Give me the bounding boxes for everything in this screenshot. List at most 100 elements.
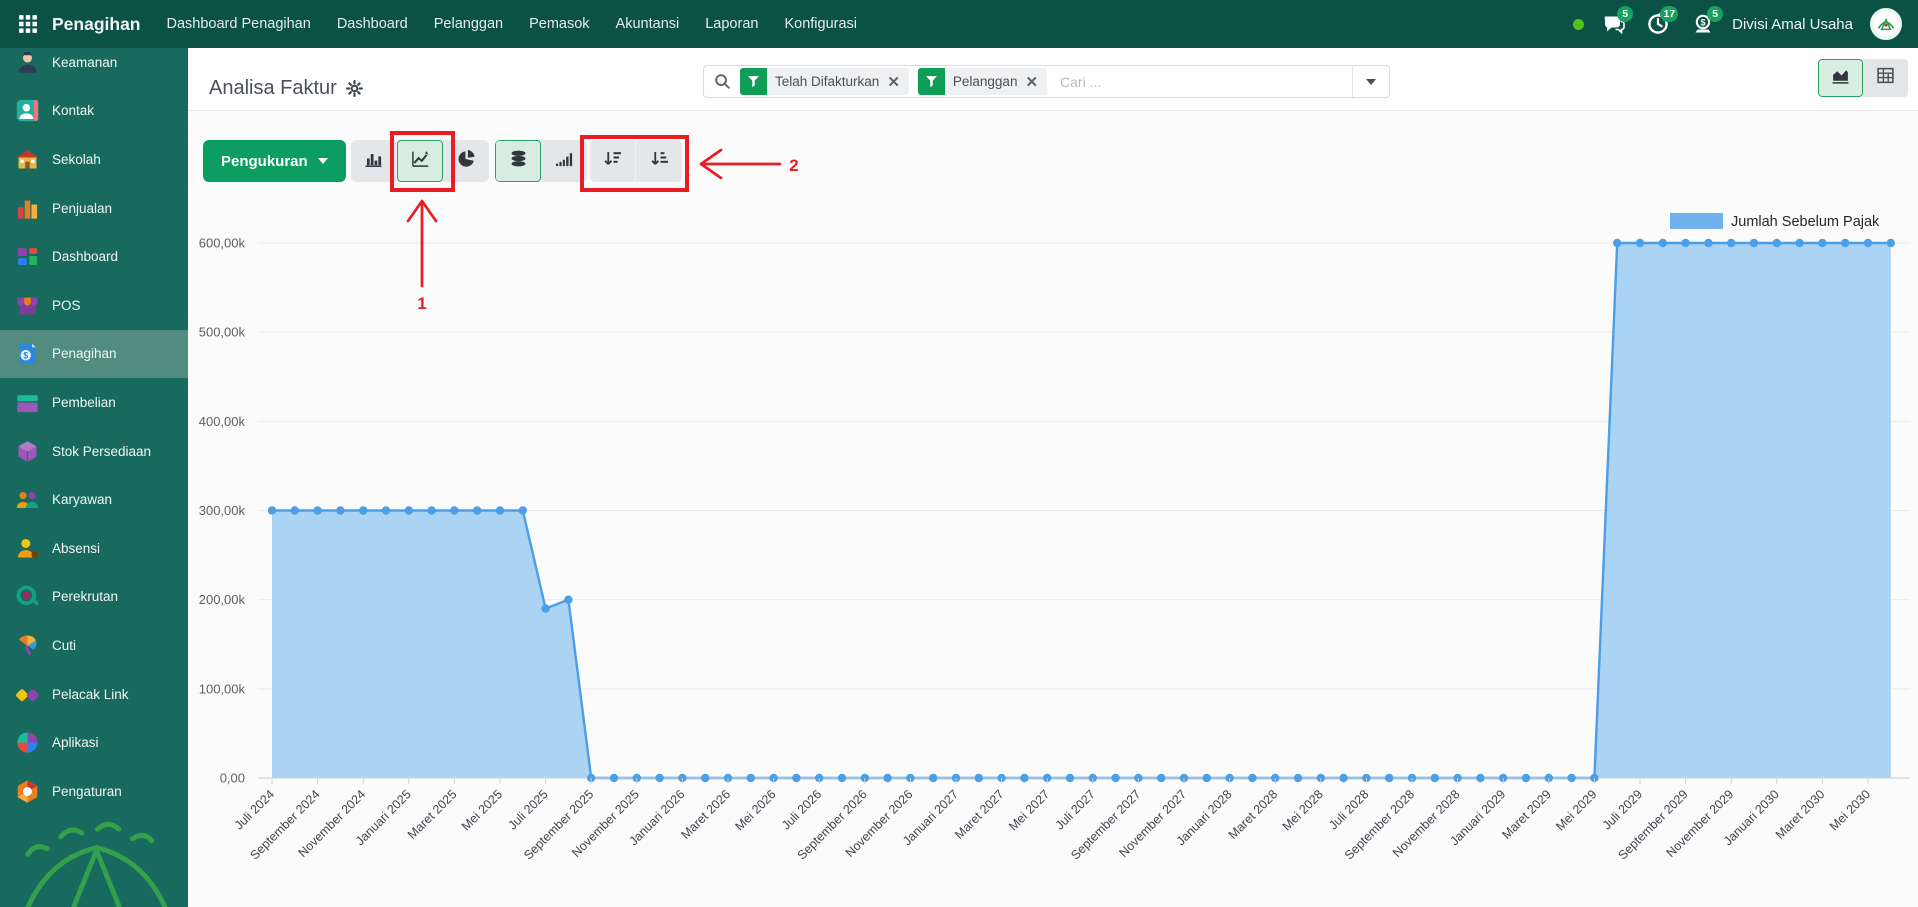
legend-label[interactable]: Jumlah Sebelum Pajak [1731, 214, 1880, 230]
filter-chip-pelanggan[interactable]: Pelanggan✕ [918, 68, 1047, 95]
annotation-label-1: 1 [417, 294, 426, 313]
svg-text:Maret 2025: Maret 2025 [405, 787, 460, 842]
app-brand[interactable]: Penagihan [52, 14, 141, 35]
page-title: Analisa Faktur [209, 77, 363, 100]
purchase-icon [14, 389, 41, 416]
svg-text:Januari 2030: Januari 2030 [1721, 787, 1782, 848]
nav-item-akuntansi[interactable]: Akuntansi [616, 16, 680, 32]
area-view-button[interactable] [1818, 59, 1863, 97]
svg-text:September 2026: September 2026 [795, 787, 870, 862]
remove-filter-icon[interactable]: ✕ [887, 73, 909, 91]
stacked-button[interactable] [495, 140, 541, 182]
sidebar-item-pembelian[interactable]: Pembelian [0, 378, 188, 427]
svg-text:November 2025: November 2025 [569, 787, 642, 860]
svg-text:Januari 2026: Januari 2026 [627, 787, 688, 848]
nav-item-laporan[interactable]: Laporan [705, 16, 758, 32]
sidebar-item-penagihan[interactable]: $Penagihan [0, 330, 188, 379]
svg-text:0,00: 0,00 [220, 771, 245, 786]
apps-grid-icon[interactable] [18, 14, 38, 34]
sidebar-item-label: POS [52, 298, 81, 313]
nav-item-dashboard[interactable]: Dashboard [337, 16, 408, 32]
line-chart-button[interactable] [397, 140, 443, 182]
svg-text:Mei 2028: Mei 2028 [1280, 787, 1326, 833]
sidebar-item-kontak[interactable]: Kontak [0, 87, 188, 136]
sidebar-item-label: Pengaturan [52, 784, 122, 799]
sidebar-item-sekolah[interactable]: Sekolah [0, 135, 188, 184]
measure-button[interactable]: Pengukuran [203, 140, 346, 182]
sort-ascending-button[interactable] [636, 140, 682, 182]
sidebar-item-aplikasi[interactable]: Aplikasi [0, 718, 188, 767]
search-dropdown-toggle[interactable] [1352, 66, 1389, 97]
sidebar-item-label: Aplikasi [52, 735, 99, 750]
sort-group [590, 140, 682, 182]
chevron-down-icon [1366, 79, 1376, 85]
gear-icon[interactable] [346, 80, 363, 97]
svg-text:Juli 2025: Juli 2025 [505, 787, 550, 832]
sidebar-item-cuti[interactable]: Cuti [0, 621, 188, 670]
line-chart-icon [411, 149, 430, 173]
avatar[interactable] [1870, 8, 1902, 40]
chart-mode-group [495, 140, 587, 182]
svg-text:Mei 2026: Mei 2026 [732, 787, 778, 833]
attendance-icon [14, 535, 41, 562]
sidebar-item-perekrutan[interactable]: Perekrutan [0, 573, 188, 622]
employees-icon [14, 486, 41, 513]
messages-button[interactable]: 5 [1601, 12, 1625, 36]
activities-badge: 17 [1660, 6, 1678, 22]
sidebar-item-stok-persediaan[interactable]: Stok Persediaan [0, 427, 188, 476]
sidebar-item-label: Penagihan [52, 346, 117, 361]
remove-filter-icon[interactable]: ✕ [1025, 73, 1047, 91]
sidebar-item-pelacak-link[interactable]: Pelacak Link [0, 670, 188, 719]
nav-item-dashboard-penagihan[interactable]: Dashboard Penagihan [167, 16, 311, 32]
legend-swatch[interactable] [1670, 213, 1723, 229]
navbar-right: 5 17 $5 Divisi Amal Usaha [1573, 8, 1906, 40]
nav-item-konfigurasi[interactable]: Konfigurasi [784, 16, 857, 32]
sidebar-item-penjualan[interactable]: Penjualan [0, 184, 188, 233]
svg-text:Juli 2024: Juli 2024 [232, 787, 277, 832]
search-icon [714, 73, 731, 90]
filter-chip-telah-difakturkan[interactable]: Telah Difakturkan✕ [740, 68, 909, 95]
settings-icon [14, 778, 41, 805]
svg-text:November 2028: November 2028 [1390, 787, 1463, 860]
bar-chart-button[interactable] [351, 140, 397, 182]
svg-text:Januari 2025: Januari 2025 [353, 787, 414, 848]
user-name[interactable]: Divisi Amal Usaha [1732, 16, 1853, 33]
pie-chart-button[interactable] [443, 140, 489, 182]
svg-text:$: $ [1701, 17, 1706, 27]
sidebar-item-keamanan[interactable]: Keamanan [0, 48, 188, 87]
sidebar-item-karyawan[interactable]: Karyawan [0, 475, 188, 524]
cumulative-button[interactable] [541, 140, 587, 182]
svg-text:Juli 2026: Juli 2026 [779, 787, 824, 832]
svg-text:Mei 2029: Mei 2029 [1553, 787, 1599, 833]
sort-descending-button[interactable] [590, 140, 636, 182]
sidebar-item-absensi[interactable]: Absensi [0, 524, 188, 573]
svg-text:Januari 2028: Januari 2028 [1174, 787, 1235, 848]
svg-text:Maret 2027: Maret 2027 [952, 787, 1007, 842]
sidebar-item-pos[interactable]: POS [0, 281, 188, 330]
page-title-text: Analisa Faktur [209, 77, 337, 100]
search-input[interactable]: Cari ... [1060, 74, 1352, 90]
annotation-arrow-2 [701, 150, 780, 178]
contact-icon [14, 97, 41, 124]
stacked-icon [509, 149, 528, 173]
area-view-icon [1831, 66, 1850, 90]
navbar-menu: Dashboard Penagihan Dashboard Pelanggan Pem… [167, 16, 858, 32]
pos-icon [14, 292, 41, 319]
nav-item-pemasok[interactable]: Pemasok [529, 16, 589, 32]
activities-button[interactable]: 17 [1646, 12, 1670, 36]
revenues-button[interactable]: $5 [1691, 12, 1715, 36]
sidebar-item-label: Cuti [52, 638, 76, 653]
pivot-view-icon [1876, 66, 1895, 90]
pivot-view-button[interactable] [1863, 59, 1908, 97]
svg-text:Juli 2028: Juli 2028 [1326, 787, 1371, 832]
search-bar[interactable]: Telah Difakturkan✕ Pelanggan✕ Cari ... [703, 65, 1390, 98]
svg-text:200,00k: 200,00k [199, 592, 246, 607]
nav-item-pelanggan[interactable]: Pelanggan [434, 16, 503, 32]
sidebar-item-dashboard[interactable]: Dashboard [0, 232, 188, 281]
control-panel: Analisa Faktur Telah Difakturkan✕ Pelangg… [188, 48, 1918, 111]
svg-text:November 2029: November 2029 [1664, 787, 1737, 860]
sidebar-item-label: Stok Persediaan [52, 444, 151, 459]
svg-text:Maret 2029: Maret 2029 [1499, 787, 1554, 842]
school-icon [14, 146, 41, 173]
svg-text:September 2027: September 2027 [1068, 787, 1143, 862]
